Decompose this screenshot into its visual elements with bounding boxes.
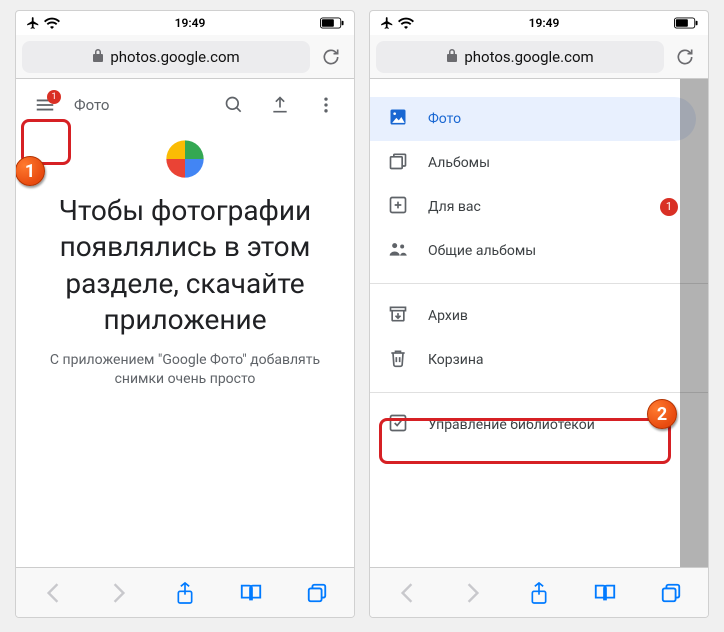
menu-label: Корзина bbox=[428, 352, 484, 368]
upload-button[interactable] bbox=[262, 87, 298, 123]
menu-separator bbox=[370, 283, 708, 284]
menu-item-albums[interactable]: Альбомы bbox=[370, 141, 696, 185]
menu-label: Архив bbox=[428, 308, 468, 324]
back-button[interactable] bbox=[383, 573, 431, 613]
menu-item-trash[interactable]: Корзина bbox=[370, 338, 696, 382]
phone-left: 19:49 photos.google.com 1 Фото bbox=[15, 10, 355, 618]
shared-icon bbox=[388, 239, 408, 263]
photos-icon bbox=[388, 107, 408, 131]
menu-item-foryou[interactable]: Для вас 1 bbox=[370, 185, 696, 229]
menu-item-archive[interactable]: Архив bbox=[370, 294, 696, 338]
status-time: 19:49 bbox=[175, 16, 206, 30]
status-bar: 19:49 bbox=[370, 11, 708, 35]
menu-badge: 1 bbox=[47, 90, 61, 104]
archive-icon bbox=[388, 304, 408, 328]
page-title: Фото bbox=[74, 96, 109, 114]
lock-icon bbox=[446, 48, 458, 66]
battery-icon bbox=[320, 17, 344, 29]
phone-right: 19:49 photos.google.com Фото bbox=[369, 10, 709, 618]
menu-label: Альбомы bbox=[428, 155, 490, 171]
safari-toolbar bbox=[370, 567, 708, 617]
share-button[interactable] bbox=[515, 573, 563, 613]
callout-badge-2: 2 bbox=[647, 399, 677, 429]
forward-button[interactable] bbox=[449, 573, 497, 613]
menu-button[interactable]: 1 bbox=[26, 86, 64, 124]
menu-item-shared[interactable]: Общие альбомы bbox=[370, 229, 696, 273]
reload-button[interactable] bbox=[314, 40, 348, 74]
app-toolbar: 1 Фото bbox=[16, 79, 354, 131]
bookmarks-button[interactable] bbox=[581, 573, 629, 613]
browser-address-bar: photos.google.com bbox=[16, 35, 354, 79]
albums-icon bbox=[388, 151, 408, 175]
menu-label: Общие альбомы bbox=[428, 243, 536, 259]
google-photos-logo-icon bbox=[157, 131, 213, 187]
menu-label: Для вас bbox=[428, 199, 481, 215]
url-text: photos.google.com bbox=[464, 48, 593, 66]
tabs-button[interactable] bbox=[293, 573, 341, 613]
back-button[interactable] bbox=[29, 573, 77, 613]
main-content: Чтобы фотографии появлялись в этом разде… bbox=[16, 131, 354, 567]
lock-icon bbox=[92, 48, 104, 66]
bookmarks-button[interactable] bbox=[227, 573, 275, 613]
url-field[interactable]: photos.google.com bbox=[376, 41, 664, 73]
search-button[interactable] bbox=[216, 87, 252, 123]
airplane-icon bbox=[380, 16, 394, 30]
status-time: 19:49 bbox=[529, 16, 560, 30]
foryou-badge: 1 bbox=[660, 198, 678, 216]
promo-heading: Чтобы фотографии появлялись в этом разде… bbox=[30, 193, 340, 339]
menu-label: Управление библиотекой bbox=[428, 417, 595, 433]
tabs-button[interactable] bbox=[647, 573, 695, 613]
browser-address-bar: photos.google.com bbox=[370, 35, 708, 79]
url-text: photos.google.com bbox=[110, 48, 239, 66]
drawer-scrim[interactable] bbox=[680, 79, 708, 567]
forward-button[interactable] bbox=[95, 573, 143, 613]
menu-separator bbox=[370, 392, 708, 393]
reload-button[interactable] bbox=[668, 40, 702, 74]
status-bar: 19:49 bbox=[16, 11, 354, 35]
share-button[interactable] bbox=[161, 573, 209, 613]
menu-label: Фото bbox=[428, 111, 461, 127]
menu-item-photos[interactable]: Фото bbox=[370, 97, 696, 141]
battery-icon bbox=[674, 17, 698, 29]
url-field[interactable]: photos.google.com bbox=[22, 41, 310, 73]
callout-badge-1: 1 bbox=[15, 156, 45, 186]
wifi-icon bbox=[398, 17, 414, 29]
more-button[interactable] bbox=[308, 87, 344, 123]
wifi-icon bbox=[44, 17, 60, 29]
safari-toolbar bbox=[16, 567, 354, 617]
airplane-icon bbox=[26, 16, 40, 30]
foryou-icon bbox=[388, 195, 408, 219]
drawer-panel: Фото Альбомы Для вас 1 Общие альбомы bbox=[370, 79, 708, 567]
manage-icon bbox=[388, 413, 408, 437]
trash-icon bbox=[388, 348, 408, 372]
promo-subtext: С приложением "Google Фото" добавлять сн… bbox=[30, 351, 340, 390]
